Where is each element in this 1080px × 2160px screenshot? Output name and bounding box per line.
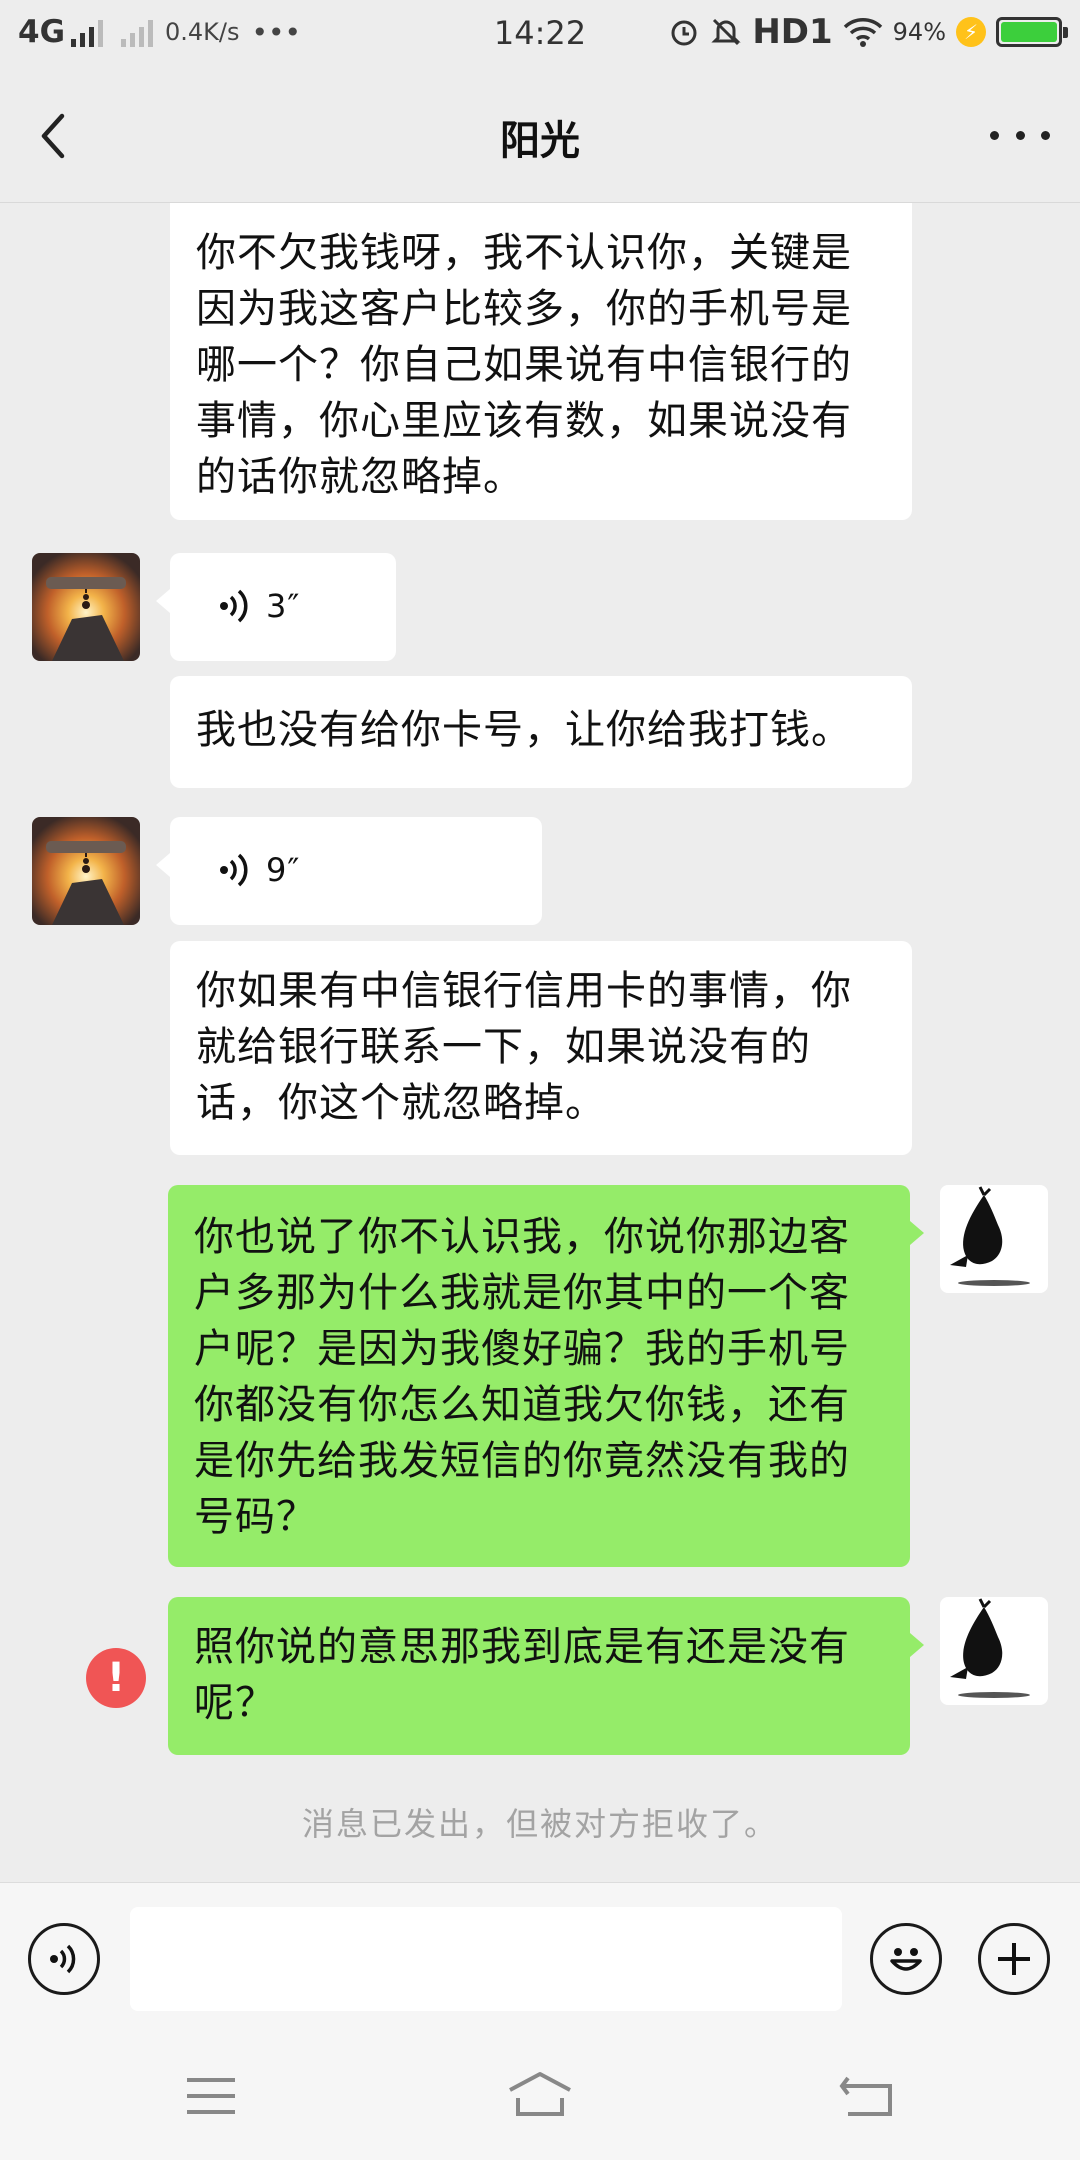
voice-mode-button[interactable] — [28, 1923, 100, 1995]
voice-message[interactable]: 9″ — [156, 817, 542, 925]
battery-icon — [996, 17, 1068, 47]
status-bar: 4G 0.4K/s ••• 14:22 HD1 94% ⚡ — [0, 0, 1080, 70]
home-button[interactable] — [504, 2068, 576, 2124]
more-dot — [1041, 130, 1050, 140]
menu-icon — [187, 2078, 235, 2114]
message-text: 照你说的意思那我到底是有还是没有呢？ — [194, 1624, 850, 1726]
contact-avatar[interactable] — [32, 817, 140, 925]
ant-avatar-image — [46, 577, 126, 661]
send-failed-icon[interactable]: ! — [86, 1648, 146, 1708]
back-icon — [839, 2076, 892, 2116]
message-bubble[interactable]: 我也没有给你卡号，让你给我打钱。 — [170, 676, 912, 788]
message-input[interactable] — [130, 1907, 842, 2011]
more-dot — [1015, 130, 1025, 140]
battery-percent: 94% — [892, 18, 946, 46]
recent-apps-button[interactable] — [175, 2068, 247, 2124]
more-options-button[interactable] — [990, 110, 1050, 160]
chat-title: 阳光 — [500, 118, 580, 164]
whale-avatar-image — [950, 1186, 1030, 1286]
plus-icon — [998, 1943, 1030, 1975]
whale-avatar-image — [950, 1598, 1030, 1698]
alarm-icon — [671, 20, 697, 46]
message-bubble[interactable]: 你如果有中信银行信用卡的事情，你就给银行联系一下，如果说没有的话，你这个就忽略掉… — [170, 941, 912, 1155]
home-icon — [509, 2072, 571, 2116]
message-text: 你不欠我钱呀，我不认识你，关键是因为我这客户比较多，你的手机号是哪一个？你自己如… — [196, 230, 852, 500]
system-note: 消息已发出，但被对方拒收了。 — [301, 1805, 778, 1843]
sent-message-bubble[interactable]: 照你说的意思那我到底是有还是没有呢？ — [168, 1597, 924, 1755]
battery-fill — [1001, 22, 1057, 42]
my-avatar[interactable] — [940, 1185, 1048, 1293]
voice-duration: 9″ — [266, 851, 301, 889]
sent-message-bubble[interactable]: 你也说了你不认识我，你说你那边客户多那为什么我就是你其中的一个客户呢？是因为我傻… — [168, 1185, 924, 1567]
emoji-button[interactable] — [870, 1923, 942, 1995]
charging-icon: ⚡ — [956, 17, 986, 47]
hd-indicator: HD1 — [752, 12, 833, 52]
voice-mode-icon — [50, 1944, 76, 1974]
emoji-icon — [890, 1948, 922, 1971]
voice-wave-icon — [220, 589, 248, 623]
voice-duration: 3″ — [266, 587, 301, 625]
voice-wave-icon — [220, 853, 248, 887]
system-back-button[interactable] — [832, 2068, 904, 2124]
input-bar — [0, 1882, 1080, 2033]
more-dots-icon — [990, 130, 999, 140]
message-bubble[interactable]: 你不欠我钱呀，我不认识你，关键是因为我这客户比较多，你的手机号是哪一个？你自己如… — [170, 203, 912, 520]
system-nav-bar — [0, 2032, 1080, 2160]
chat-header: 阳光 — [0, 70, 1080, 203]
wifi-icon — [843, 18, 882, 47]
voice-message[interactable]: 3″ — [156, 553, 396, 661]
message-text: 你如果有中信银行信用卡的事情，你就给银行联系一下，如果说没有的话，你这个就忽略掉… — [196, 968, 852, 1126]
message-list[interactable]: 你不欠我钱呀，我不认识你，关键是因为我这客户比较多，你的手机号是哪一个？你自己如… — [0, 203, 1080, 1881]
contact-avatar[interactable] — [32, 553, 140, 661]
my-avatar[interactable] — [940, 1597, 1048, 1705]
ant-avatar-image — [46, 841, 126, 925]
message-text: 你也说了你不认识我，你说你那边客户多那为什么我就是你其中的一个客户呢？是因为我傻… — [194, 1214, 850, 1540]
mute-icon — [711, 18, 741, 46]
status-right: HD1 94% ⚡ — [668, 12, 1068, 52]
more-functions-button[interactable] — [978, 1923, 1050, 1995]
message-text: 我也没有给你卡号，让你给我打钱。 — [196, 707, 852, 753]
